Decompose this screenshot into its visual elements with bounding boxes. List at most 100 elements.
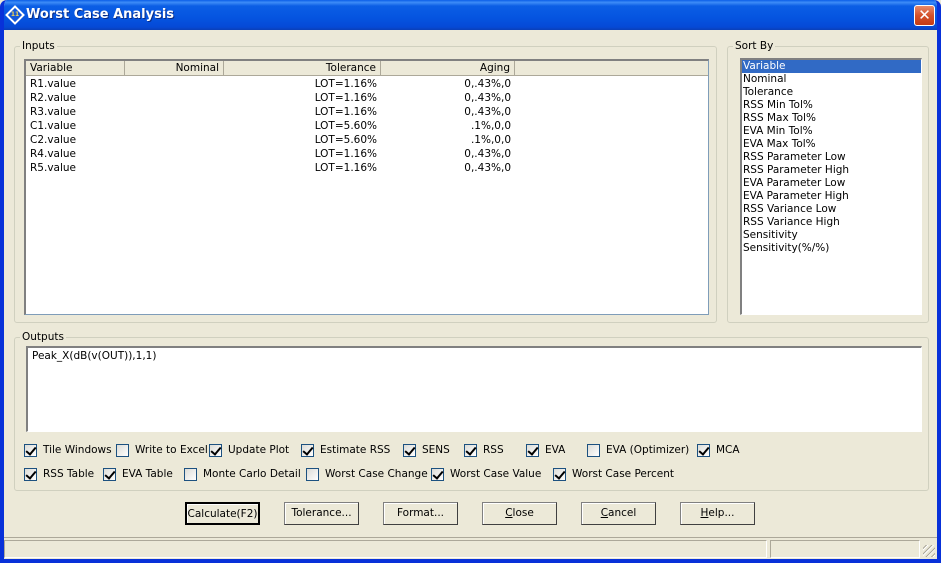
sort-option[interactable]: Sensitivity bbox=[742, 229, 921, 242]
sort-option[interactable]: EVA Parameter High bbox=[742, 190, 921, 203]
calculate-button[interactable]: Calculate(F2) bbox=[185, 502, 260, 525]
column-header-nominal[interactable]: Nominal bbox=[125, 61, 224, 76]
cell-aging: 0,.43%,0 bbox=[464, 148, 511, 160]
checkbox-update-plot[interactable]: Update Plot bbox=[209, 442, 289, 458]
checkbox-box[interactable] bbox=[306, 467, 319, 481]
close-button[interactable]: Close bbox=[482, 502, 557, 525]
sort-option[interactable]: Nominal bbox=[742, 73, 921, 86]
status-pane-secondary bbox=[770, 540, 920, 558]
checkbox-worst-case-change[interactable]: Worst Case Change bbox=[306, 466, 428, 482]
checkbox-sens[interactable]: SENS bbox=[403, 442, 450, 458]
sort-option[interactable]: Variable bbox=[742, 60, 921, 73]
checkbox-box[interactable] bbox=[209, 443, 222, 457]
table-row[interactable]: R5.value LOT=1.16% 0,.43%,0 bbox=[26, 161, 708, 175]
sort-option[interactable]: EVA Min Tol% bbox=[742, 125, 921, 138]
checkbox-eva-table[interactable]: EVA Table bbox=[103, 466, 173, 482]
checkbox-eva-optimizer[interactable]: EVA (Optimizer) bbox=[587, 442, 689, 458]
checkbox-box[interactable] bbox=[116, 443, 129, 457]
table-row[interactable]: C1.value LOT=5.60% .1%,0,0 bbox=[26, 119, 708, 133]
checkbox-eva[interactable]: EVA bbox=[526, 442, 565, 458]
help-button[interactable]: Help... bbox=[680, 502, 755, 525]
table-row[interactable]: R1.value LOT=1.16% 0,.43%,0 bbox=[26, 77, 708, 91]
inputs-table[interactable]: Variable Nominal Tolerance Aging R1.valu… bbox=[24, 59, 709, 315]
checkbox-label: EVA (Optimizer) bbox=[606, 444, 690, 456]
sort-option[interactable]: RSS Parameter High bbox=[742, 164, 921, 177]
status-pane-main bbox=[4, 540, 767, 558]
checkbox-write-to-excel[interactable]: Write to Excel bbox=[116, 442, 208, 458]
checkbox-label: Write to Excel bbox=[135, 444, 208, 456]
outputs-textarea[interactable]: Peak_X(dB(v(OUT)),1,1) bbox=[26, 346, 922, 432]
checkbox-label: SENS bbox=[422, 444, 450, 456]
cell-nominal bbox=[125, 147, 224, 161]
cell-aging: 0,.43%,0 bbox=[464, 92, 511, 104]
close-window-button[interactable]: ✕ bbox=[914, 5, 935, 26]
checkbox-box[interactable] bbox=[301, 443, 314, 457]
column-header-variable[interactable]: Variable bbox=[26, 61, 125, 76]
checkbox-box[interactable] bbox=[464, 443, 477, 457]
checkbox-mca[interactable]: MCA bbox=[697, 442, 740, 458]
sort-option[interactable]: RSS Parameter Low bbox=[742, 151, 921, 164]
checkbox-tile-windows[interactable]: Tile Windows bbox=[24, 442, 112, 458]
title-bar[interactable]: 11 Worst Case Analysis ✕ bbox=[4, 0, 937, 30]
checkbox-box[interactable] bbox=[697, 443, 710, 457]
checkbox-estimate-rss[interactable]: Estimate RSS bbox=[301, 442, 390, 458]
sort-by-legend: Sort By bbox=[733, 40, 776, 52]
cell-variable: C2.value bbox=[30, 134, 77, 146]
table-row[interactable]: R3.value LOT=1.16% 0,.43%,0 bbox=[26, 105, 708, 119]
inputs-table-header: Variable Nominal Tolerance Aging bbox=[26, 61, 708, 76]
column-header-aging[interactable]: Aging bbox=[381, 61, 515, 76]
inputs-legend: Inputs bbox=[20, 40, 57, 52]
checkbox-monte-carlo-detail[interactable]: Monte Carlo Detail bbox=[184, 466, 301, 482]
table-row[interactable]: R4.value LOT=1.16% 0,.43%,0 bbox=[26, 147, 708, 161]
table-row[interactable]: R2.value LOT=1.16% 0,.43%,0 bbox=[26, 91, 708, 105]
cancel-button[interactable]: Cancel bbox=[581, 502, 656, 525]
resize-grip-icon[interactable] bbox=[923, 545, 935, 557]
cell-variable: R2.value bbox=[30, 92, 76, 104]
checkbox-rss-table[interactable]: RSS Table bbox=[24, 466, 94, 482]
outputs-legend: Outputs bbox=[20, 331, 66, 343]
sort-option[interactable]: RSS Min Tol% bbox=[742, 99, 921, 112]
app-diamond-icon: 11 bbox=[5, 5, 25, 25]
sort-option[interactable]: Tolerance bbox=[742, 86, 921, 99]
cell-aging: 0,.43%,0 bbox=[464, 78, 511, 90]
checkbox-box[interactable] bbox=[587, 443, 600, 457]
checkbox-label: Worst Case Percent bbox=[572, 468, 674, 480]
checkbox-rss[interactable]: RSS bbox=[464, 442, 504, 458]
sort-option[interactable]: RSS Variance Low bbox=[742, 203, 921, 216]
column-header-tolerance[interactable]: Tolerance bbox=[224, 61, 381, 76]
inputs-table-body: R1.value LOT=1.16% 0,.43%,0 R2.value LOT=1.1… bbox=[26, 77, 708, 175]
sort-option[interactable]: EVA Parameter Low bbox=[742, 177, 921, 190]
checkbox-box[interactable] bbox=[431, 467, 444, 481]
sort-option[interactable]: EVA Max Tol% bbox=[742, 138, 921, 151]
checkbox-label: MCA bbox=[716, 444, 740, 456]
cell-tolerance: LOT=1.16% bbox=[314, 106, 377, 118]
cell-aging: .1%,0,0 bbox=[470, 120, 511, 132]
checkbox-box[interactable] bbox=[553, 467, 566, 481]
checkbox-box[interactable] bbox=[403, 443, 416, 457]
checkbox-label: RSS Table bbox=[43, 468, 95, 480]
tolerance-button[interactable]: Tolerance... bbox=[284, 502, 359, 525]
sort-by-listbox[interactable]: Variable Nominal Tolerance RSS Min Tol% RSS … bbox=[740, 58, 922, 315]
format-button[interactable]: Format... bbox=[383, 502, 458, 525]
cell-variable: C1.value bbox=[30, 120, 77, 132]
checkbox-label: Tile Windows bbox=[43, 444, 112, 456]
table-row[interactable]: C2.value LOT=5.60% .1%,0,0 bbox=[26, 133, 708, 147]
sort-option[interactable]: RSS Max Tol% bbox=[742, 112, 921, 125]
cell-nominal bbox=[125, 133, 224, 147]
status-bar bbox=[4, 537, 937, 559]
sort-option[interactable]: RSS Variance High bbox=[742, 216, 921, 229]
checkbox-worst-case-percent[interactable]: Worst Case Percent bbox=[553, 466, 674, 482]
checkbox-worst-case-value[interactable]: Worst Case Value bbox=[431, 466, 541, 482]
checkbox-label: Update Plot bbox=[228, 444, 290, 456]
checkbox-label: EVA bbox=[545, 444, 566, 456]
cell-tolerance: LOT=5.60% bbox=[314, 120, 377, 132]
cell-variable: R5.value bbox=[30, 162, 76, 174]
checkbox-box[interactable] bbox=[24, 443, 37, 457]
checkbox-label: Estimate RSS bbox=[320, 444, 391, 456]
button-label: lose bbox=[512, 507, 534, 519]
checkbox-box[interactable] bbox=[103, 467, 116, 481]
checkbox-box[interactable] bbox=[526, 443, 539, 457]
checkbox-box[interactable] bbox=[24, 467, 37, 481]
checkbox-box[interactable] bbox=[184, 467, 197, 481]
sort-option[interactable]: Sensitivity(%/%) bbox=[742, 242, 921, 255]
